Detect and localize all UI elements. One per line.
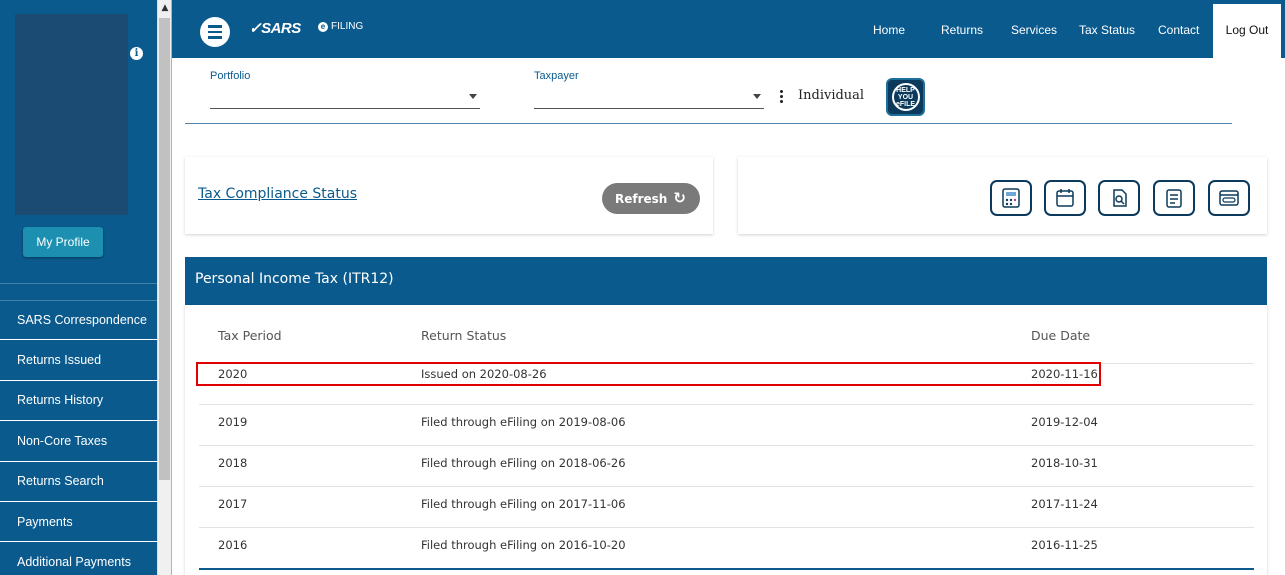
column-header-tax-period: Tax Period: [218, 328, 282, 343]
table-row[interactable]: 2019 Filed through eFiling on 2019-08-06…: [199, 404, 1254, 445]
help-line-2: YOU: [897, 93, 914, 101]
return-status-cell[interactable]: Filed through eFiling on 2018-06-26: [421, 456, 626, 470]
taxpayer-select[interactable]: [534, 85, 764, 109]
portfolio-label: Portfolio: [210, 70, 251, 82]
more-options-icon[interactable]: [780, 90, 784, 103]
column-header-due-date: Due Date: [1031, 328, 1091, 343]
calendar-icon[interactable]: [1044, 180, 1086, 216]
my-profile-button[interactable]: My Profile: [23, 227, 103, 257]
tax-period-cell: 2017: [218, 497, 248, 511]
due-date-cell: 2017-11-24: [1031, 497, 1098, 511]
itr12-panel-title: Personal Income Tax (ITR12): [185, 257, 1267, 305]
calculator-icon[interactable]: [990, 180, 1032, 216]
taxpayer-label: Taxpayer: [534, 70, 579, 82]
efiling-text: FILING: [331, 21, 364, 32]
efiling-app: { "sidebar": { "info_glyph": "i", "my_pr…: [0, 0, 1285, 575]
sidebar-menu: SARS Correspondence Returns Issued Retur…: [0, 300, 157, 575]
efiling-badge-icon: e: [318, 21, 328, 32]
hamburger-menu-icon[interactable]: [200, 17, 230, 47]
table-row[interactable]: 2018 Filed through eFiling on 2018-06-26…: [199, 445, 1254, 486]
sars-logo-text: SARS: [261, 20, 301, 37]
due-date-cell: 2016-11-25: [1031, 538, 1098, 552]
highlight-box: [196, 362, 1101, 386]
tax-compliance-status-link[interactable]: Tax Compliance Status: [198, 186, 357, 202]
sidebar-item-non-core-taxes[interactable]: Non-Core Taxes: [0, 421, 157, 462]
divider: [171, 0, 172, 575]
selector-divider: [185, 123, 1232, 124]
scroll-thumb[interactable]: [159, 18, 170, 480]
sidebar-item-additional-payments[interactable]: Additional Payments: [0, 542, 157, 575]
chevron-down-icon[interactable]: [753, 94, 761, 99]
return-status-cell[interactable]: Filed through eFiling on 2016-10-20: [421, 538, 626, 552]
chevron-down-icon[interactable]: [469, 94, 477, 99]
table-row[interactable]: 2017 Filed through eFiling on 2017-11-06…: [199, 486, 1254, 527]
nav-home[interactable]: Home: [873, 0, 905, 58]
help-you-efile-button[interactable]: HELP YOU eFILE: [886, 78, 925, 116]
sidebar-item-payments[interactable]: Payments: [0, 502, 157, 543]
nav-contact[interactable]: Contact: [1158, 0, 1199, 58]
logout-button[interactable]: Log Out: [1213, 4, 1281, 58]
due-date-cell: 2018-10-31: [1031, 456, 1098, 470]
avatar: [15, 14, 128, 215]
refresh-button[interactable]: Refresh ↻: [602, 183, 700, 214]
info-icon[interactable]: i: [130, 47, 143, 60]
portfolio-select[interactable]: [210, 85, 480, 109]
help-icon: HELP YOU eFILE: [891, 83, 920, 111]
refresh-label: Refresh: [615, 191, 668, 206]
sidebar-item-returns-issued[interactable]: Returns Issued: [0, 340, 157, 381]
table-row[interactable]: 2016 Filed through eFiling on 2016-10-20…: [199, 527, 1254, 568]
return-status-cell[interactable]: Filed through eFiling on 2019-08-06: [421, 415, 626, 429]
sidebar-item-returns-search[interactable]: Returns Search: [0, 462, 157, 502]
return-status-cell[interactable]: Filed through eFiling on 2017-11-06: [421, 497, 626, 511]
tax-period-cell: 2016: [218, 538, 248, 552]
table-bottom-border: [199, 568, 1254, 570]
sidebar: i My Profile SARS Correspondence Returns…: [0, 0, 157, 575]
refresh-icon: ↻: [673, 189, 686, 207]
efiling-logo: e FILING: [318, 21, 363, 32]
scroll-up-icon[interactable]: ▲: [158, 0, 172, 16]
nav-returns[interactable]: Returns: [941, 0, 983, 58]
help-line-1: HELP: [896, 86, 915, 94]
taxpayer-type: Individual: [798, 88, 865, 103]
browser-form-icon[interactable]: [1208, 180, 1250, 216]
checklist-icon[interactable]: [1153, 180, 1195, 216]
help-line-3: eFILE: [895, 100, 916, 108]
search-document-icon[interactable]: [1098, 180, 1140, 216]
tax-period-cell: 2018: [218, 456, 248, 470]
column-header-return-status: Return Status: [421, 328, 507, 343]
nav-services[interactable]: Services: [1011, 0, 1057, 58]
nav-tax-status[interactable]: Tax Status: [1079, 0, 1135, 58]
due-date-cell: 2019-12-04: [1031, 415, 1098, 429]
sidebar-scrollbar[interactable]: ▲: [157, 0, 171, 575]
sars-logo[interactable]: ✓SARS: [249, 19, 301, 37]
tax-period-cell: 2019: [218, 415, 248, 429]
sars-logo-mark: ✓: [249, 20, 262, 37]
sidebar-item-returns-history[interactable]: Returns History: [0, 381, 157, 422]
sidebar-item-sars-correspondence[interactable]: SARS Correspondence: [0, 300, 157, 341]
profile-panel: i My Profile: [0, 0, 157, 284]
